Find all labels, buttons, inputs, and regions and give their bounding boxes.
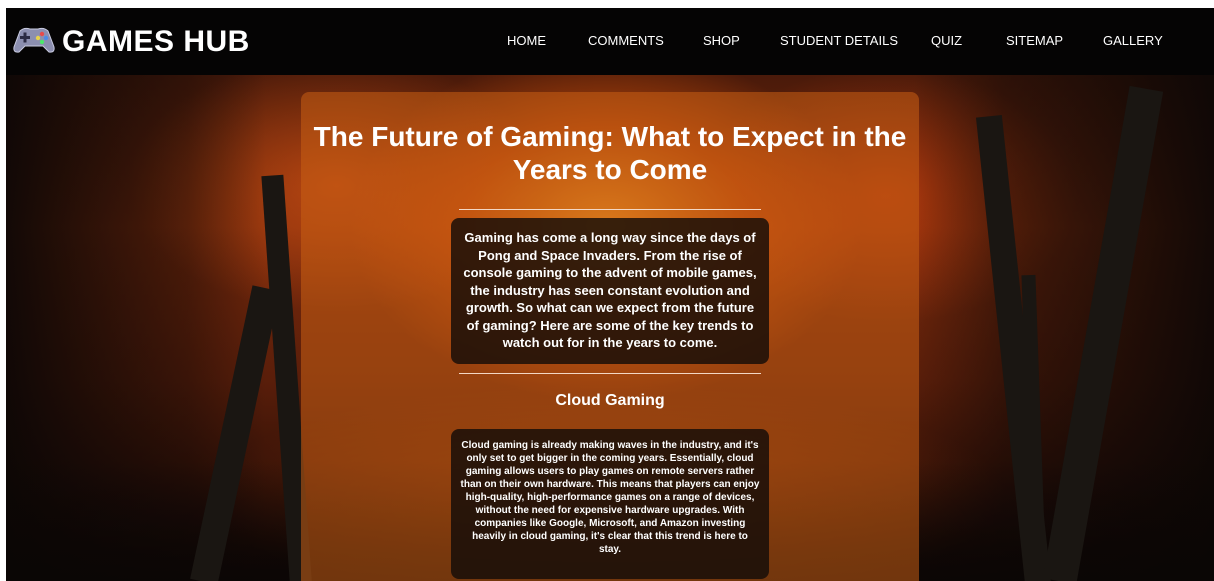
nav-student-details[interactable]: STUDENT DETAILS	[780, 33, 898, 48]
nav-home[interactable]: HOME	[507, 33, 546, 48]
divider	[459, 209, 761, 210]
nav-shop[interactable]: SHOP	[703, 33, 740, 48]
brand-title: GAMES HUB	[62, 25, 250, 58]
brand-logo[interactable]: GAMES HUB	[12, 25, 250, 59]
nav-comments[interactable]: COMMENTS	[588, 33, 664, 48]
page: GAMES HUB HOME COMMENTS SHOP STUDENT DET…	[6, 8, 1214, 581]
divider	[459, 373, 761, 374]
nav-gallery[interactable]: GALLERY	[1103, 33, 1163, 48]
nav-sitemap[interactable]: SITEMAP	[1006, 33, 1063, 48]
nav-quiz[interactable]: QUIZ	[931, 33, 962, 48]
section-heading: Cloud Gaming	[555, 392, 665, 409]
intro-text-box: Gaming has come a long way since the day…	[451, 218, 769, 364]
gamepad-icon	[12, 25, 56, 60]
section-text-box: Cloud gaming is already making waves in …	[451, 429, 769, 579]
article-title: The Future of Gaming: What to Expect in …	[313, 121, 907, 185]
navbar: GAMES HUB HOME COMMENTS SHOP STUDENT DET…	[6, 8, 1214, 75]
article-panel: The Future of Gaming: What to Expect in …	[301, 92, 919, 581]
